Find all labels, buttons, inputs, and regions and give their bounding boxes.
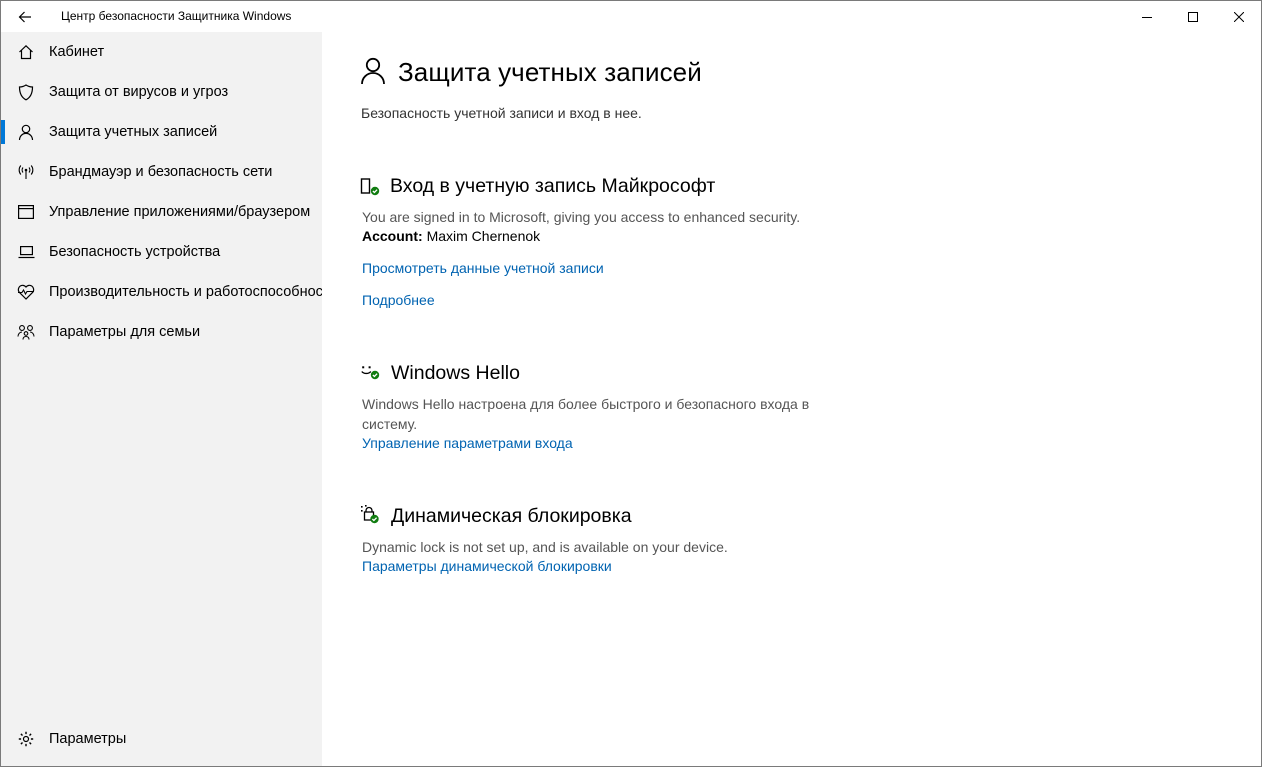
learn-more-link[interactable]: Подробнее (362, 292, 435, 308)
back-button[interactable] (1, 1, 49, 32)
sidebar-item-firewall[interactable]: Брандмауэр и безопасность сети (1, 152, 322, 192)
minimize-button[interactable] (1124, 1, 1170, 32)
sidebar-item-settings[interactable]: Параметры (1, 719, 322, 759)
account-label: Account: (362, 228, 423, 244)
section-title-microsoft-account: Вход в учетную запись Майкрософт (390, 175, 716, 197)
wireless-antenna-icon (17, 163, 35, 181)
manage-sign-in-options-link[interactable]: Управление параметрами входа (362, 435, 573, 451)
sidebar-item-label: Параметры для семьи (49, 324, 201, 340)
sidebar-item-virus-protection[interactable]: Защита от вирусов и угроз (1, 72, 322, 112)
sidebar-item-label: Параметры (49, 731, 127, 747)
sidebar-item-app-browser-control[interactable]: Управление приложениями/браузером (1, 192, 322, 232)
family-icon (17, 323, 35, 341)
page-title: Защита учетных записей (398, 57, 702, 87)
sidebar-item-label: Безопасность устройства (49, 244, 221, 260)
sidebar-item-label: Брандмауэр и безопасность сети (49, 164, 273, 180)
minimize-icon (1142, 16, 1152, 18)
account-name: Maxim Chernenok (426, 228, 541, 244)
back-arrow-icon (18, 11, 31, 22)
person-icon (361, 57, 385, 85)
page-subtitle: Безопасность учетной записи и вход в нее… (361, 105, 642, 121)
sidebar-item-home[interactable]: Кабинет (1, 32, 322, 72)
sidebar-item-account-protection[interactable]: Защита учетных записей (1, 112, 322, 152)
maximize-button[interactable] (1170, 1, 1216, 32)
app-window: Центр безопасности Защитника Windows Каб… (0, 0, 1262, 767)
section-title-windows-hello: Windows Hello (391, 362, 520, 384)
sidebar: Кабинет Защита от вирусов и угроз Защита… (1, 32, 322, 766)
section-description: Windows Hello настроена для более быстро… (362, 396, 810, 432)
shield-icon (17, 83, 35, 101)
close-button[interactable] (1216, 1, 1261, 32)
sidebar-item-label: Производительность и работоспособность у… (49, 284, 322, 300)
sidebar-item-device-security[interactable]: Безопасность устройства (1, 232, 322, 272)
sidebar-item-label: Управление приложениями/браузером (49, 204, 311, 220)
sidebar-item-device-health[interactable]: Производительность и работоспособность у… (1, 272, 322, 312)
lock-check-icon (361, 505, 379, 524)
app-window-icon (17, 203, 35, 221)
window-title: Центр безопасности Защитника Windows (61, 9, 292, 23)
section-title-dynamic-lock: Динамическая блокировка (391, 505, 632, 527)
home-icon (17, 43, 35, 61)
account-info: Account: Maxim Chernenok (362, 228, 540, 244)
sidebar-item-label: Кабинет (49, 44, 105, 60)
gear-icon (17, 730, 35, 748)
main-content: Защита учетных записей Безопасность учет… (322, 32, 1261, 766)
title-bar: Центр безопасности Защитника Windows (1, 1, 1261, 32)
section-description: You are signed in to Microsoft, giving y… (362, 209, 801, 225)
person-icon (17, 123, 35, 141)
close-icon (1234, 11, 1244, 22)
sidebar-item-label: Защита учетных записей (49, 124, 218, 140)
sidebar-item-family-options[interactable]: Параметры для семьи (1, 312, 322, 352)
laptop-icon (17, 243, 35, 261)
face-check-icon (361, 366, 380, 380)
view-account-link[interactable]: Просмотреть данные учетной записи (362, 260, 604, 276)
phone-check-icon (360, 178, 380, 196)
maximize-icon (1188, 11, 1198, 22)
sidebar-item-label: Защита от вирусов и угроз (49, 84, 229, 100)
heart-pulse-icon (17, 283, 35, 301)
section-description: Dynamic lock is not set up, and is avail… (362, 539, 728, 555)
dynamic-lock-settings-link[interactable]: Параметры динамической блокировки (362, 558, 612, 574)
